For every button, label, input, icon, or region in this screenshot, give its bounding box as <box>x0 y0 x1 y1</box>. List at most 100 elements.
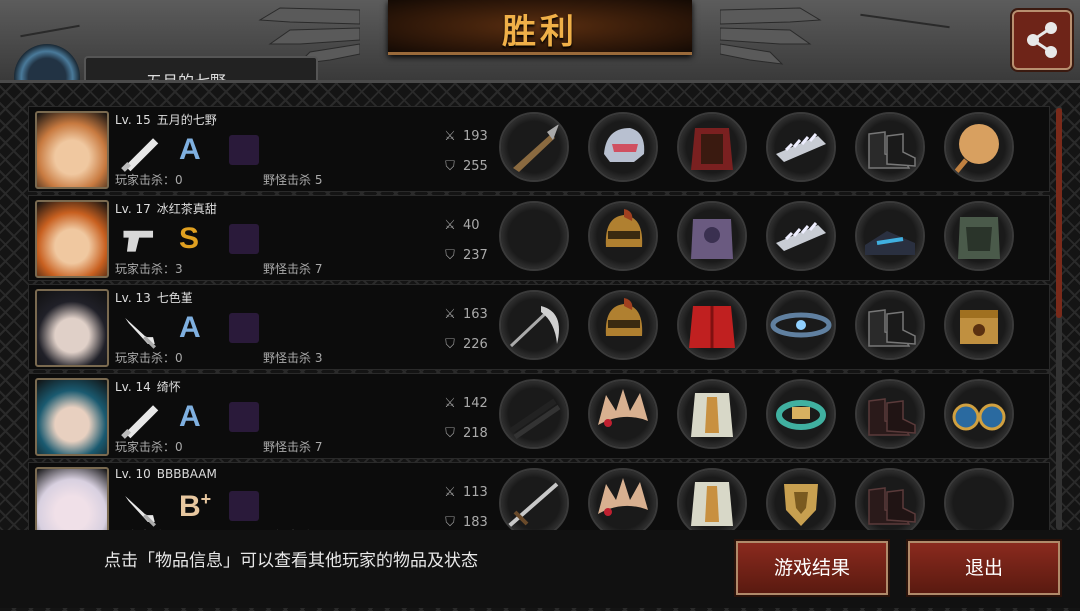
crossed-swords-icon: ⚔ <box>444 218 456 233</box>
shield-icon: ⛉ <box>445 337 455 352</box>
player-kills: 玩家击杀：0 <box>115 351 183 365</box>
item-slot-armor-stone[interactable] <box>944 201 1014 271</box>
gun-wing-right-icon <box>720 7 822 65</box>
item-slot-armor-red[interactable] <box>677 112 747 182</box>
item-slot-box-gold[interactable] <box>944 290 1014 360</box>
player-grade: A <box>179 400 201 433</box>
monster-kills: 野怪击杀 7 <box>263 262 323 276</box>
item-slot-armor-white[interactable] <box>677 468 747 530</box>
player-level-name: Lv. 14 绮怀 <box>115 378 181 395</box>
player-avatar[interactable] <box>35 378 109 456</box>
shield-icon: ⛉ <box>445 426 455 441</box>
skill-icon <box>229 135 259 165</box>
scrollbar-thumb[interactable] <box>1056 108 1062 318</box>
player-list[interactable]: Lv. 15 五月的七野 A 玩家击杀：0 野怪击杀 5 ⚔ 193 ⛉ 255 Lv. 17 冰红… <box>28 106 1052 530</box>
player-grade: B+ <box>179 489 212 523</box>
player-grade: A <box>179 133 201 166</box>
weapon-knife-icon <box>125 317 157 349</box>
defense-stat: ⛉ 255 <box>441 159 488 174</box>
item-slot-shield-gold[interactable] <box>766 468 836 530</box>
defense-stat: ⛉ 237 <box>441 248 488 263</box>
player-level-name: Lv. 15 五月的七野 <box>115 111 217 128</box>
item-slot-empty[interactable] <box>499 201 569 271</box>
player-row[interactable]: Lv. 15 五月的七野 A 玩家击杀：0 野怪击杀 5 ⚔ 193 ⛉ 255 <box>28 106 1050 192</box>
player-kills: 玩家击杀：0 <box>115 173 183 187</box>
item-slot-dagger[interactable] <box>499 112 569 182</box>
victory-title: 胜利 <box>502 12 578 52</box>
share-icon <box>1027 22 1057 58</box>
player-grade: A <box>179 311 201 344</box>
attack-stat: ⚔ 113 <box>441 485 488 500</box>
skill-icon <box>229 402 259 432</box>
item-slot-bracelet-gold[interactable] <box>766 379 836 449</box>
attack-stat: ⚔ 163 <box>441 307 488 322</box>
player-row[interactable]: Lv. 14 绮怀 A 玩家击杀：0 野怪击杀 7 ⚔ 142 ⛉ 218 <box>28 373 1050 459</box>
monster-kills: 野怪击杀 5 <box>263 173 323 187</box>
player-avatar[interactable] <box>35 467 109 530</box>
player-level-name: Lv. 13 七色堇 <box>115 289 193 306</box>
item-slot-helmet-gold[interactable] <box>588 201 658 271</box>
monster-kills: 野怪击杀 7 <box>263 440 323 454</box>
item-slot-scythe[interactable] <box>499 290 569 360</box>
player-level: Lv. 15 <box>115 113 151 127</box>
player-name: 冰红茶真甜 <box>156 202 217 216</box>
item-slot-shield-face[interactable] <box>944 112 1014 182</box>
item-slot-bracelet-blue[interactable] <box>766 290 836 360</box>
item-slot-boots-pattern[interactable] <box>855 468 925 530</box>
player-level-name: Lv. 17 冰红茶真甜 <box>115 200 217 217</box>
player-avatar[interactable] <box>35 111 109 189</box>
attack-stat: ⚔ 40 <box>441 218 479 233</box>
attack-stat: ⚔ 193 <box>441 129 488 144</box>
crossed-swords-icon: ⚔ <box>444 485 456 500</box>
shield-icon: ⛉ <box>445 248 455 263</box>
skill-icon <box>229 491 259 521</box>
exit-button[interactable]: 退出 <box>908 541 1060 595</box>
player-level: Lv. 14 <box>115 380 151 394</box>
shield-icon: ⛉ <box>445 515 455 530</box>
scrollbar[interactable] <box>1056 106 1062 530</box>
item-slot-jacket-red[interactable] <box>677 290 747 360</box>
defense-stat: ⛉ 218 <box>441 426 488 441</box>
player-header-partial: 五月的七野 <box>14 44 318 110</box>
item-slot-sneakers-blue[interactable] <box>855 201 925 271</box>
item-slot-armor-purple[interactable] <box>677 201 747 271</box>
player-grade: S <box>179 222 200 255</box>
player-row[interactable]: Lv. 17 冰红茶真甜 S 玩家击杀：3 野怪击杀 7 ⚔ 40 ⛉ 237 <box>28 195 1050 281</box>
item-slot-earrings[interactable] <box>944 379 1014 449</box>
crossed-swords-icon: ⚔ <box>444 129 456 144</box>
crossed-swords-icon: ⚔ <box>444 307 456 322</box>
player-avatar[interactable] <box>35 200 109 278</box>
crossed-swords-icon: ⚔ <box>444 396 456 411</box>
player-avatar[interactable] <box>35 289 109 367</box>
item-slot-helmet-gold[interactable] <box>588 290 658 360</box>
weapon-knife-icon <box>125 495 157 527</box>
game-result-button[interactable]: 游戏结果 <box>736 541 888 595</box>
weapon-bat-icon <box>121 138 159 172</box>
item-slot-tiara[interactable] <box>588 468 658 530</box>
item-slot-gauntlet-spiked[interactable] <box>766 112 836 182</box>
item-slot-boots-black[interactable] <box>855 290 925 360</box>
player-kills: 玩家击杀：0 <box>115 440 183 454</box>
item-slot-armor-white[interactable] <box>677 379 747 449</box>
item-slot-boots-black[interactable] <box>855 112 925 182</box>
item-slot-gauntlet-spiked[interactable] <box>766 201 836 271</box>
attack-stat: ⚔ 142 <box>441 396 488 411</box>
item-slot-sticks[interactable] <box>499 379 569 449</box>
player-kills: 玩家击杀：3 <box>115 262 183 276</box>
share-button[interactable] <box>1012 10 1072 70</box>
item-slot-boots-pattern[interactable] <box>855 379 925 449</box>
monster-kills: 野怪击杀 3 <box>263 351 323 365</box>
item-slot-tiara[interactable] <box>588 379 658 449</box>
item-slot-sword[interactable] <box>499 468 569 530</box>
item-slot-empty[interactable] <box>944 468 1014 530</box>
player-row[interactable]: Lv. 13 七色堇 A 玩家击杀：0 野怪击杀 3 ⚔ 163 ⛉ 226 <box>28 284 1050 370</box>
player-row[interactable]: Lv. 10BBBBAAMB+玩家击杀：0野怪击杀 7⚔113⛉183 <box>28 462 1050 530</box>
player-level-name: Lv. 10 BBBBAAM <box>115 467 217 481</box>
player-name: 七色堇 <box>156 291 193 305</box>
defense-stat: ⛉ 226 <box>441 337 488 352</box>
player-name: 五月的七野 <box>156 113 217 127</box>
skill-icon <box>229 224 259 254</box>
item-slot-helmet-silver[interactable] <box>588 112 658 182</box>
skill-icon <box>229 313 259 343</box>
player-level: Lv. 13 <box>115 291 151 305</box>
